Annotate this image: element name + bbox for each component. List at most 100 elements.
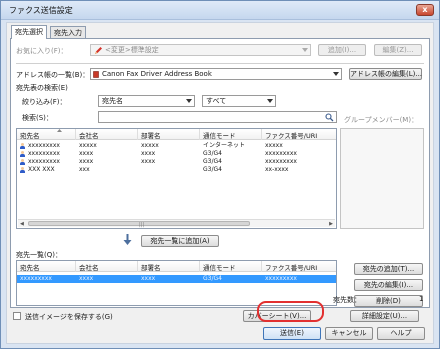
address-book-select[interactable]: Canon Fax Driver Address Book — [90, 68, 342, 80]
row-cell: xxxxx — [141, 142, 159, 149]
title-bar[interactable]: ファクス送信設定 x — [1, 1, 439, 20]
filter-label: 絞り込み(F)： — [22, 98, 67, 106]
row-cell: G3/G4 — [203, 275, 222, 282]
filter-field-select[interactable]: 宛先名 — [98, 95, 195, 107]
row-cell: xxxxxxxxx — [265, 275, 297, 282]
down-arrow-icon — [123, 234, 132, 245]
column-header[interactable]: 宛先名 — [20, 262, 40, 272]
row-cell: G3/G4 — [203, 158, 222, 165]
destination-row-selected[interactable]: xxxxxxxxx xxxx xxxx G3/G4 xxxxxxxxx — [17, 275, 336, 283]
favorites-label: お気に入り(F)： — [16, 47, 68, 55]
destination-list-label: 宛先一覧(Q)： — [16, 251, 62, 259]
tab-enter-destination[interactable]: 宛先入力 — [50, 26, 86, 38]
filter-scope-value: すべて — [206, 97, 227, 105]
close-button[interactable]: x — [416, 4, 434, 16]
column-divider — [199, 129, 200, 140]
address-book-value: Canon Fax Driver Address Book — [102, 70, 212, 78]
column-header[interactable]: ファクス番号/URI — [265, 262, 317, 272]
add-favorite-button[interactable]: 追加(I)... — [318, 44, 366, 56]
row-cell: インターネット — [203, 142, 246, 149]
person-icon — [20, 143, 25, 149]
scroll-left-icon[interactable]: ◀ — [20, 221, 24, 227]
row-cell: xxxx — [79, 158, 94, 165]
column-header[interactable]: ファクス番号/URI — [265, 130, 317, 140]
address-list[interactable]: 宛先名 会社名 部署名 通信モード ファクス番号/URI xxxxxxxxx x… — [16, 128, 337, 229]
tab-select-destination[interactable]: 宛先選択 — [11, 25, 47, 39]
save-send-image-checkbox[interactable] — [13, 312, 21, 320]
detailed-settings-button[interactable]: 詳細設定(U)... — [350, 310, 419, 322]
column-header[interactable]: 会社名 — [79, 130, 99, 140]
edit-destination-button[interactable]: 宛先の編集(I)... — [354, 279, 423, 291]
edit-favorite-button[interactable]: 編集(Z)... — [374, 44, 422, 56]
table-row[interactable]: xxxxxxxxx xxxx xxxx G3/G4 xxxxxxxxx — [17, 150, 336, 158]
favorites-select[interactable]: <変更>標準設定 — [90, 44, 311, 56]
row-cell: xxxxxxxxx — [265, 158, 297, 165]
person-icon — [20, 151, 25, 157]
column-divider — [137, 261, 138, 272]
address-book-icon — [93, 71, 99, 78]
row-cell: xxxx — [141, 150, 156, 157]
add-destination-button[interactable]: 宛先の追加(T)... — [354, 263, 423, 275]
window-title: ファクス送信設定 — [9, 6, 73, 15]
delete-destination-button[interactable]: 削除(D) — [354, 295, 423, 307]
row-cell: xx-xxxx — [265, 166, 289, 173]
pencil-icon — [95, 47, 102, 54]
row-cell: xxxxxxxxx — [28, 142, 60, 149]
destination-list-header: 宛先名 会社名 部署名 通信モード ファクス番号/URI — [17, 261, 336, 272]
help-button[interactable]: ヘルプ — [377, 327, 425, 340]
favorites-value: <変更>標準設定 — [105, 46, 159, 54]
search-section-title: 宛先表の検索(E) — [16, 84, 68, 92]
table-row[interactable]: xxxxxxxxx xxxxx xxxxx インターネット xxxxx — [17, 142, 336, 150]
row-cell: xxxxxxxxx — [28, 150, 60, 157]
row-cell: G3/G4 — [203, 150, 222, 157]
column-divider — [137, 129, 138, 140]
group-members-list[interactable] — [340, 128, 424, 229]
row-cell: xxxxx — [265, 142, 283, 149]
row-cell: xxxxxxxxx — [28, 158, 60, 165]
dialog-body: 宛先選択 宛先入力 お気に入り(F)： <変更>標準設定 追加(I)... 編集… — [6, 22, 434, 344]
column-header[interactable]: 部署名 — [141, 262, 161, 272]
column-divider — [75, 261, 76, 272]
filter-field-value: 宛先名 — [102, 97, 123, 105]
search-input[interactable] — [98, 111, 337, 123]
column-header[interactable]: 会社名 — [79, 262, 99, 272]
sort-ascending-icon — [57, 129, 62, 132]
destination-list[interactable]: 宛先名 会社名 部署名 通信モード ファクス番号/URI xxxxxxxxx x… — [16, 260, 337, 306]
column-divider — [261, 129, 262, 140]
row-cell: XXX XXX — [28, 166, 55, 173]
search-icon[interactable] — [325, 113, 334, 122]
table-row[interactable]: XXX XXX xxx G3/G4 xx-xxxx — [17, 166, 336, 174]
column-header[interactable]: 通信モード — [203, 130, 236, 140]
table-row[interactable]: xxxxxxxxx xxxx xxxx G3/G4 xxxxxxxxx — [17, 158, 336, 166]
scroll-right-icon[interactable]: ▶ — [329, 221, 333, 227]
send-button-highlight — [257, 301, 324, 322]
column-divider — [261, 261, 262, 272]
search-label: 検索(S)： — [22, 114, 53, 122]
add-to-destination-list-button[interactable]: 宛先一覧に追加(A) — [141, 235, 219, 247]
row-cell: G3/G4 — [203, 166, 222, 173]
destination-count-label: 宛先数： — [333, 296, 361, 304]
row-cell: xxxx — [141, 158, 156, 165]
column-header[interactable]: 部署名 — [141, 130, 161, 140]
scrollbar-thumb[interactable]: ||| — [28, 221, 250, 228]
separator — [16, 63, 424, 64]
row-cell: xxxx — [79, 150, 94, 157]
chevron-down-icon — [267, 99, 273, 103]
row-cell: xxxxx — [79, 142, 97, 149]
row-cell: xxx — [79, 166, 90, 173]
column-header[interactable]: 宛先名 — [20, 130, 40, 140]
column-divider — [199, 261, 200, 272]
chevron-down-icon — [333, 72, 339, 76]
row-cell: xxxx — [79, 275, 94, 282]
filter-scope-select[interactable]: すべて — [202, 95, 276, 107]
horizontal-scrollbar[interactable]: ◀ ||| ▶ — [18, 219, 335, 228]
cancel-button[interactable]: キャンセル — [325, 327, 373, 340]
person-icon — [20, 167, 25, 173]
chevron-down-icon — [302, 48, 308, 52]
send-button[interactable]: 送信(E) — [263, 327, 321, 340]
group-members-label: グループメンバー(M)： — [344, 116, 419, 124]
column-header[interactable]: 通信モード — [203, 262, 236, 272]
person-icon — [20, 159, 25, 165]
fax-send-settings-window: ファクス送信設定 x 宛先選択 宛先入力 お気に入り(F)： <変更>標準設定 … — [0, 0, 440, 349]
edit-address-book-button[interactable]: アドレス帳の編集(L)... — [349, 68, 422, 80]
